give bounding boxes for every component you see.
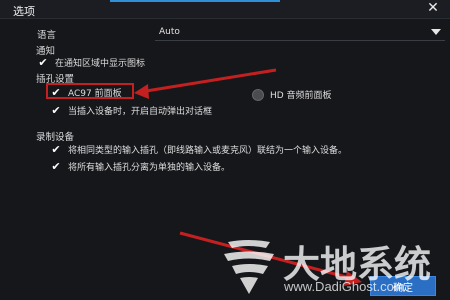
watermark-logo-icon	[224, 240, 274, 294]
watermark: 大地系统 www.DadiGhost.com	[218, 234, 450, 300]
arrow-icon	[134, 68, 277, 99]
watermark-url: www.DadiGhost.com	[284, 279, 405, 294]
